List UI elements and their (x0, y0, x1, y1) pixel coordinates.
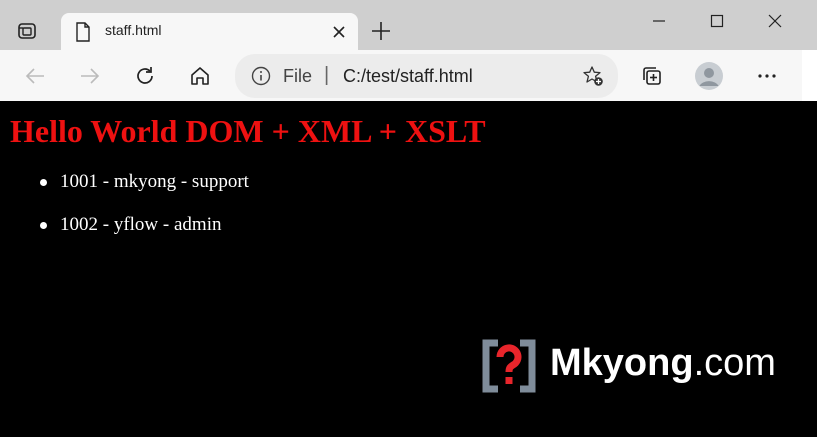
back-button[interactable] (20, 61, 50, 91)
add-favorite-icon[interactable] (582, 65, 604, 87)
settings-menu-button[interactable] (752, 61, 782, 91)
home-button[interactable] (185, 61, 215, 91)
home-icon (191, 67, 209, 85)
mkyong-logo: Mkyong.com (480, 337, 780, 395)
scheme-label: File (283, 66, 313, 86)
forward-arrow-icon (81, 68, 100, 84)
document-icon (76, 22, 90, 42)
refresh-button[interactable] (130, 61, 160, 91)
tab-strip: staff.html (0, 0, 817, 50)
url-text[interactable]: C:/test/staff.html (343, 66, 473, 87)
more-dots-icon (758, 74, 776, 78)
list-item: 1001 - mkyong - support (40, 171, 249, 214)
forward-button[interactable] (75, 61, 105, 91)
page-content: Hello World DOM + XML + XSLT 1001 - mkyo… (0, 101, 817, 437)
collections-icon (643, 67, 661, 85)
refresh-icon (137, 67, 153, 84)
address-bar[interactable]: File | C:/test/staff.html (235, 54, 618, 98)
profile-button[interactable] (694, 61, 724, 91)
browser-tab[interactable]: staff.html (61, 13, 358, 50)
close-window-button[interactable] (746, 0, 804, 42)
staff-list: 1001 - mkyong - support 1002 - yflow - a… (40, 171, 249, 257)
logo-suffix: .com (693, 342, 776, 384)
maximize-window-button[interactable] (688, 0, 746, 42)
toolbar-edge (802, 50, 817, 101)
logo-wordmark: Mkyong.com (550, 342, 776, 385)
new-tab-icon[interactable] (368, 18, 394, 44)
close-tab-icon[interactable] (330, 23, 348, 41)
minimize-window-button[interactable] (630, 0, 688, 42)
back-arrow-icon (25, 68, 44, 84)
info-icon[interactable] (251, 66, 271, 86)
logo-question-icon (482, 339, 536, 393)
collections-button[interactable] (637, 61, 667, 91)
list-item: 1002 - yflow - admin (40, 214, 249, 257)
avatar-icon (695, 62, 723, 90)
page-heading: Hello World DOM + XML + XSLT (10, 113, 486, 149)
tab-title: staff.html (105, 22, 162, 38)
address-separator: | (324, 64, 330, 86)
tab-actions-icon[interactable] (12, 16, 42, 46)
logo-brand: Mkyong (550, 342, 694, 384)
